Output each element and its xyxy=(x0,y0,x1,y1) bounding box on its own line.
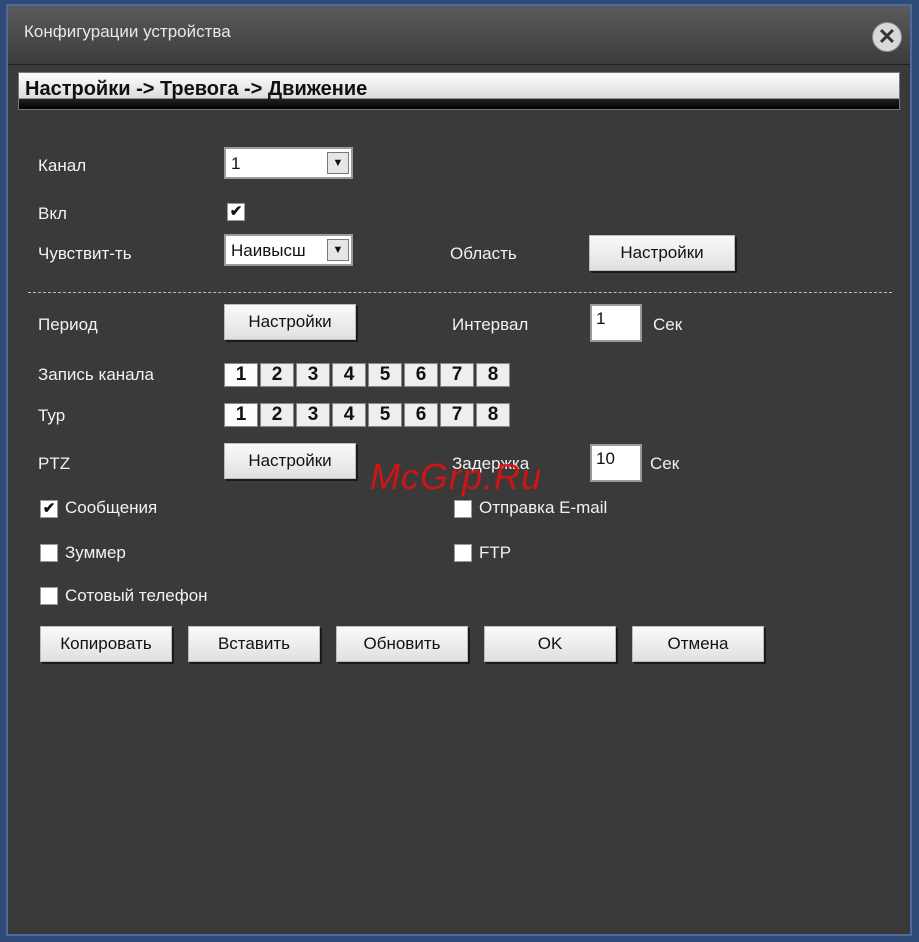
tour-channel-8[interactable]: 8 xyxy=(476,403,510,427)
tour-channel-3[interactable]: 3 xyxy=(296,403,330,427)
breadcrumb: Настройки -> Тревога -> Движение xyxy=(18,72,900,110)
tour-channel-1[interactable]: 1 xyxy=(224,403,258,427)
tour-label: Тур xyxy=(38,406,66,425)
show-message-checkbox[interactable]: ✔ xyxy=(40,500,58,518)
ftp-label: FTP xyxy=(479,543,512,562)
channel-label: Канал xyxy=(38,156,87,175)
channel-select-value: 1 xyxy=(231,154,241,173)
record-channel-5[interactable]: 5 xyxy=(368,363,402,387)
mobile-label: Сотовый телефон xyxy=(65,586,208,605)
close-icon[interactable]: ✕ xyxy=(872,22,902,52)
sensitivity-select[interactable]: Наивысш ▼ xyxy=(224,234,353,266)
record-channel-6[interactable]: 6 xyxy=(404,363,438,387)
section-divider xyxy=(28,292,892,293)
interval-unit: Сек xyxy=(653,315,683,334)
tour-channel-2[interactable]: 2 xyxy=(260,403,294,427)
record-channel-selector: 1 2 3 4 5 6 7 8 xyxy=(224,363,512,389)
send-email-checkbox[interactable] xyxy=(454,500,472,518)
watermark: McGrp.Ru xyxy=(370,456,543,497)
record-channel-8[interactable]: 8 xyxy=(476,363,510,387)
device-config-window: Конфигурации устройства ✕ Настройки -> Т… xyxy=(6,4,912,936)
show-message-label: Сообщения xyxy=(65,498,158,517)
enable-label: Вкл xyxy=(38,204,67,223)
mobile-checkbox[interactable] xyxy=(40,587,58,605)
refresh-button[interactable]: Обновить xyxy=(336,626,468,662)
enable-checkbox[interactable]: ✔ xyxy=(227,203,245,221)
chevron-down-icon[interactable]: ▼ xyxy=(327,239,349,261)
title-bar: Конфигурации устройства ✕ xyxy=(8,6,910,65)
record-channel-1[interactable]: 1 xyxy=(224,363,258,387)
send-email-label: Отправка E-mail xyxy=(479,498,608,517)
tour-channel-4[interactable]: 4 xyxy=(332,403,366,427)
tour-channel-5[interactable]: 5 xyxy=(368,403,402,427)
record-channel-4[interactable]: 4 xyxy=(332,363,366,387)
delay-input[interactable]: 10 xyxy=(590,444,642,482)
ftp-checkbox[interactable] xyxy=(454,544,472,562)
period-settings-button[interactable]: Настройки xyxy=(224,304,356,340)
tour-channel-6[interactable]: 6 xyxy=(404,403,438,427)
cancel-button[interactable]: Отмена xyxy=(632,626,764,662)
copy-button[interactable]: Копировать xyxy=(40,626,172,662)
delay-unit: Сек xyxy=(650,454,680,473)
channel-select[interactable]: 1 ▼ xyxy=(224,147,353,179)
sensitivity-label: Чувствит-ть xyxy=(38,244,132,263)
record-channel-label: Запись канала xyxy=(38,365,154,384)
breadcrumb-text: Настройки -> Тревога -> Движение xyxy=(25,78,368,100)
ptz-label: PTZ xyxy=(38,454,71,473)
period-label: Период xyxy=(38,315,98,334)
sensitivity-select-value: Наивысш xyxy=(231,241,306,260)
record-channel-3[interactable]: 3 xyxy=(296,363,330,387)
chevron-down-icon[interactable]: ▼ xyxy=(327,152,349,174)
region-settings-button[interactable]: Настройки xyxy=(589,235,735,271)
region-label: Область xyxy=(450,244,517,263)
ok-button[interactable]: OK xyxy=(484,626,616,662)
tour-channel-selector: 1 2 3 4 5 6 7 8 xyxy=(224,403,512,429)
paste-button[interactable]: Вставить xyxy=(188,626,320,662)
buzzer-label: Зуммер xyxy=(65,543,126,562)
interval-input[interactable]: 1 xyxy=(590,304,642,342)
tour-channel-7[interactable]: 7 xyxy=(440,403,474,427)
window-title: Конфигурации устройства xyxy=(24,22,231,41)
record-channel-7[interactable]: 7 xyxy=(440,363,474,387)
buzzer-checkbox[interactable] xyxy=(40,544,58,562)
ptz-settings-button[interactable]: Настройки xyxy=(224,443,356,479)
record-channel-2[interactable]: 2 xyxy=(260,363,294,387)
interval-label: Интервал xyxy=(452,315,529,334)
